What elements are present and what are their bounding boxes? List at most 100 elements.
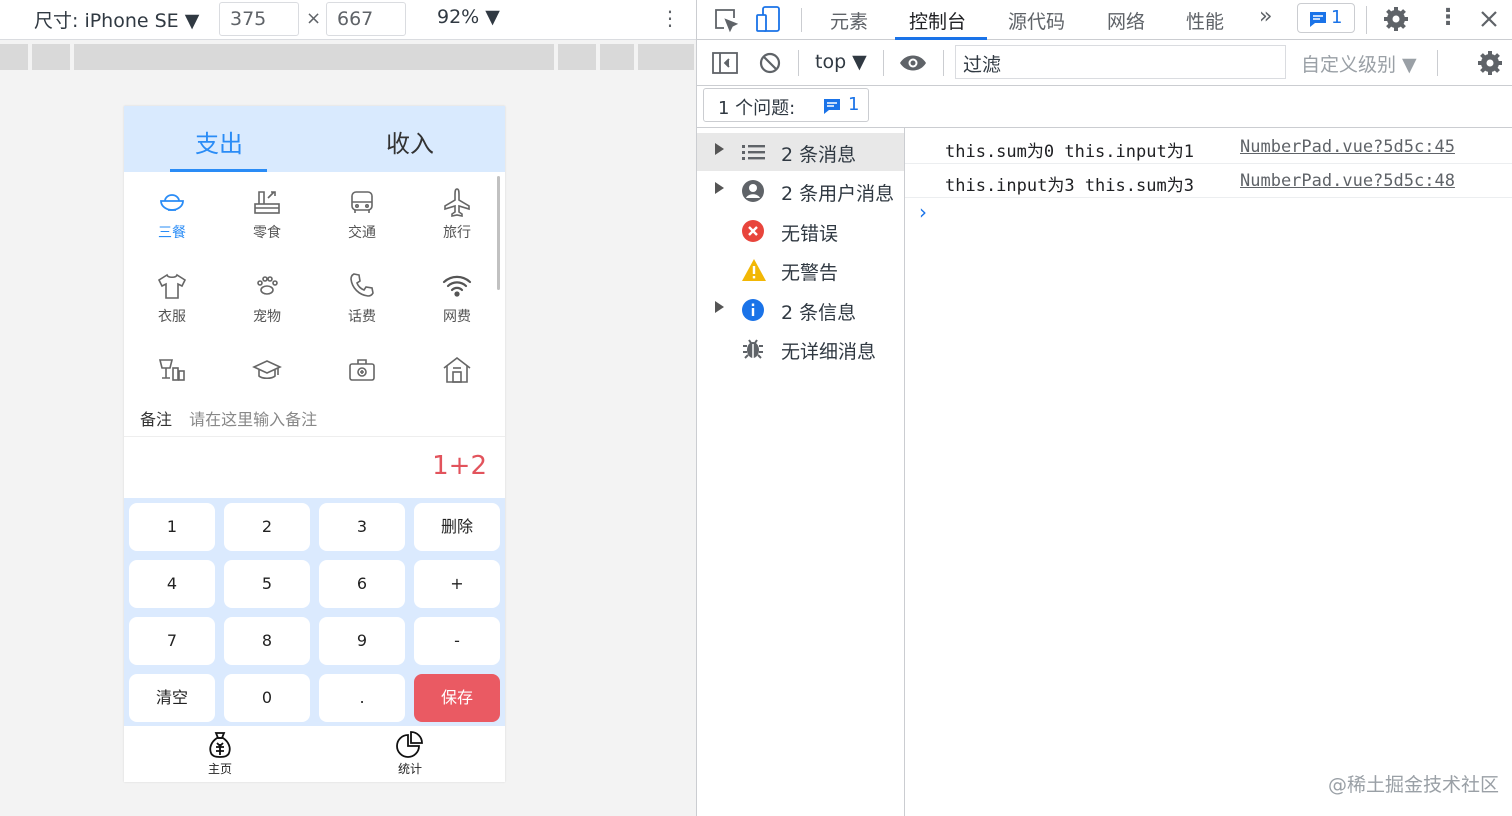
console-prompt[interactable]: › [919, 200, 927, 224]
log-source-link[interactable]: NumberPad.vue?5d5c:48 [1240, 171, 1455, 191]
key-8[interactable]: 8 [224, 617, 310, 665]
ruler-segment[interactable] [600, 44, 634, 70]
category-pets[interactable]: 宠物 [227, 270, 307, 326]
tab-performance[interactable]: 性能 [1186, 7, 1224, 34]
graduation-cap-icon [252, 360, 282, 380]
category-education[interactable] [227, 354, 307, 390]
expand-arrow-icon[interactable] [715, 301, 724, 313]
log-message: this.sum为0 this.input为1 [945, 142, 1194, 162]
key-5[interactable]: 5 [224, 560, 310, 608]
key-1[interactable]: 1 [129, 503, 215, 551]
log-entry: this.input为3 this.sum为3 NumberPad.vue?5d… [905, 164, 1512, 198]
category-internet[interactable]: 网费 [417, 270, 497, 326]
category-medical[interactable] [322, 354, 402, 390]
expand-arrow-icon[interactable] [715, 143, 724, 155]
inspect-element-icon[interactable] [713, 7, 739, 33]
issues-badge[interactable]: 1 [1297, 3, 1355, 33]
plus-button[interactable]: + [414, 560, 500, 608]
category-meals[interactable]: 三餐 [132, 186, 212, 242]
ruler-segment[interactable] [74, 44, 554, 70]
issues-button-label: 1 个问题: [718, 98, 796, 119]
ruler-segment[interactable] [0, 44, 28, 70]
ruler-segment[interactable] [638, 44, 694, 70]
paw-icon [257, 276, 278, 295]
separator [883, 50, 884, 76]
note-label: 备注 [140, 410, 173, 429]
key-0[interactable]: 0 [224, 674, 310, 722]
settings-gear-icon[interactable] [1383, 6, 1409, 32]
log-source-link[interactable]: NumberPad.vue?5d5c:45 [1240, 137, 1455, 157]
sidebar-item-errors[interactable]: 无错误 [697, 212, 904, 250]
width-input[interactable]: 375 [219, 2, 299, 36]
category-grid: 三餐 零食 交通 旅行 衣服 宠物 话费 网费 [124, 172, 505, 407]
live-expression-eye-icon[interactable] [898, 53, 928, 73]
console-toolbar: top ▼ 过滤 自定义级别 ▼ [697, 40, 1512, 86]
category-transport[interactable]: 交通 [322, 186, 402, 242]
tab-sources[interactable]: 源代码 [1008, 7, 1065, 34]
console-output: this.sum为0 this.input为1 NumberPad.vue?5d… [905, 128, 1512, 816]
key-3[interactable]: 3 [319, 503, 405, 551]
device-selector[interactable]: 尺寸: iPhone SE ▼ [34, 6, 199, 33]
key-2[interactable]: 2 [224, 503, 310, 551]
close-icon[interactable] [1479, 9, 1499, 29]
nav-stats[interactable]: 统计 [380, 730, 440, 777]
minus-button[interactable]: - [414, 617, 500, 665]
sidebar-item-user-messages[interactable]: 2 条用户消息 [697, 172, 904, 210]
key-6[interactable]: 6 [319, 560, 405, 608]
category-snacks[interactable]: 零食 [227, 186, 307, 242]
issues-button[interactable]: 1 个问题: 1 [703, 88, 869, 122]
bus-icon [351, 191, 373, 213]
console-settings-gear-icon[interactable] [1477, 50, 1503, 76]
devtools-tabbar: 元素 控制台 源代码 网络 性能 » 1 ⋮ [697, 0, 1512, 40]
note-row: 备注 请在这里输入备注 [140, 406, 317, 430]
sidebar-item-info[interactable]: 2 条信息 [697, 291, 904, 329]
key-4[interactable]: 4 [129, 560, 215, 608]
airplane-icon [444, 188, 470, 217]
bug-icon [743, 339, 763, 359]
category-housing[interactable] [417, 354, 497, 390]
sidebar-item-verbose[interactable]: 无详细消息 [697, 330, 904, 368]
note-input[interactable]: 请在这里输入备注 [189, 410, 317, 429]
sidebar-toggle-icon[interactable] [711, 51, 739, 75]
sidebar-item-warnings[interactable]: 无警告 [697, 251, 904, 289]
category-drinks[interactable] [132, 354, 212, 390]
bowl-icon [160, 194, 184, 211]
expand-arrow-icon[interactable] [715, 182, 724, 194]
media-query-ruler [0, 44, 694, 70]
key-7[interactable]: 7 [129, 617, 215, 665]
clear-button[interactable]: 清空 [129, 674, 215, 722]
category-scrollbar[interactable] [497, 176, 500, 290]
type-tabs: 支出 收入 [124, 106, 505, 172]
tab-network[interactable]: 网络 [1107, 7, 1145, 34]
key-9[interactable]: 9 [319, 617, 405, 665]
category-phone-bill[interactable]: 话费 [322, 270, 402, 326]
category-clothes[interactable]: 衣服 [132, 270, 212, 326]
sidebar-item-messages[interactable]: 2 条消息 [697, 133, 904, 171]
ruler-segment[interactable] [32, 44, 70, 70]
more-tabs-icon[interactable]: » [1259, 4, 1272, 29]
delete-button[interactable]: 删除 [414, 503, 500, 551]
tab-income[interactable]: 收入 [386, 124, 434, 159]
save-button[interactable]: 保存 [414, 674, 500, 722]
category-travel[interactable]: 旅行 [417, 186, 497, 242]
filter-input[interactable]: 过滤 [955, 45, 1286, 79]
more-options-icon[interactable]: ⋮ [660, 6, 680, 30]
clear-console-icon[interactable] [758, 51, 782, 75]
log-levels-selector[interactable]: 自定义级别 ▼ [1301, 50, 1417, 77]
separator [1366, 6, 1367, 34]
nav-home[interactable]: 主页 [190, 730, 250, 777]
separator [943, 50, 944, 76]
height-input[interactable]: 667 [326, 2, 406, 36]
dot-button[interactable]: . [319, 674, 405, 722]
ruler-segment[interactable] [558, 44, 596, 70]
list-icon [742, 145, 765, 160]
tab-expense[interactable]: 支出 [195, 124, 243, 159]
house-icon [443, 356, 471, 383]
tab-console[interactable]: 控制台 [909, 7, 966, 34]
device-toolbar-icon[interactable] [755, 5, 783, 35]
tab-elements[interactable]: 元素 [830, 7, 868, 34]
nav-stats-label: 统计 [397, 762, 422, 776]
zoom-selector[interactable]: 92% ▼ [437, 6, 500, 28]
customize-menu-icon[interactable]: ⋮ [1437, 5, 1459, 30]
context-selector[interactable]: top ▼ [815, 51, 867, 73]
